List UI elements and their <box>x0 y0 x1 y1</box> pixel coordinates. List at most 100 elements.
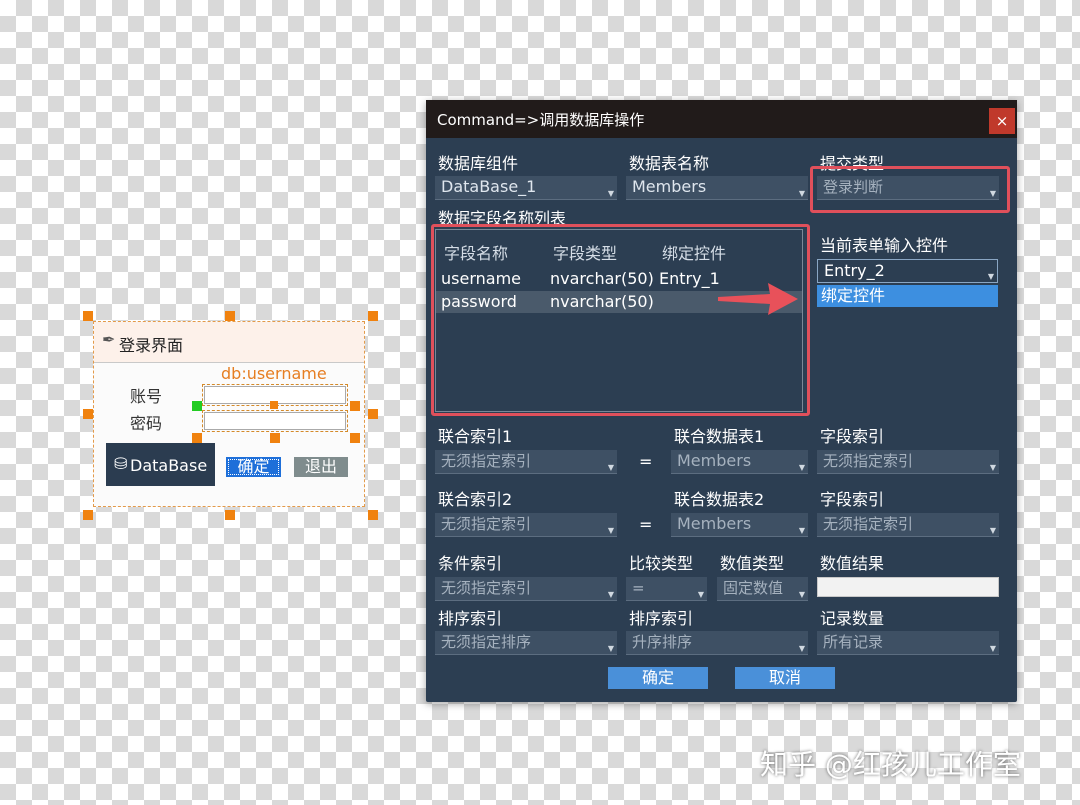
watermark: 知乎 @红孩儿工作室 <box>760 748 1021 781</box>
value-result-input[interactable] <box>817 577 999 597</box>
database-label: DataBase <box>130 456 208 475</box>
record-count-select[interactable]: 所有记录 ▼ <box>817 631 999 655</box>
resize-handle-t[interactable] <box>225 311 235 321</box>
resize-handle-br[interactable] <box>368 510 378 520</box>
password-entry[interactable] <box>202 410 348 432</box>
resize-handle-tl[interactable] <box>83 311 93 321</box>
submit-type-highlight <box>810 166 1010 213</box>
table-name-select[interactable]: Members ▼ <box>626 176 808 200</box>
chevron-down-icon: ▼ <box>798 590 805 599</box>
resize-handle-b[interactable] <box>225 510 235 520</box>
equals-sign: = <box>639 515 653 534</box>
table-name-label: 数据表名称 <box>629 154 710 173</box>
sort-index2-value: 升序排序 <box>632 633 693 651</box>
field-index1-select[interactable]: 无须指定索引 ▼ <box>817 450 999 474</box>
db-binding-label: db:username <box>221 364 327 383</box>
join-table2-select[interactable]: Members ▼ <box>671 513 808 537</box>
resize-handle-l[interactable] <box>83 409 93 419</box>
value-result-label: 数值结果 <box>820 554 885 573</box>
chevron-down-icon: ▼ <box>798 526 805 535</box>
close-button[interactable]: × <box>989 108 1015 134</box>
chevron-down-icon: ▼ <box>989 644 996 653</box>
db-component-label: 数据库组件 <box>438 154 519 173</box>
condition-index-value: 无须指定索引 <box>441 579 532 597</box>
entry-handle-m[interactable] <box>270 401 278 409</box>
sort-index2-label: 排序索引 <box>629 609 694 628</box>
chevron-down-icon: ▼ <box>989 463 996 472</box>
chevron-down-icon: ▼ <box>607 644 614 653</box>
password-label: 密码 <box>130 414 163 433</box>
current-input-value: Entry_2 <box>824 261 885 280</box>
db-component-select[interactable]: DataBase_1 ▼ <box>435 176 617 200</box>
bind-control-option[interactable]: 绑定控件 <box>817 285 998 307</box>
chevron-down-icon: ▼ <box>987 272 994 281</box>
database-component[interactable]: ⛁ DataBase <box>106 443 215 486</box>
resize-handle-bl[interactable] <box>83 510 93 520</box>
value-type-select[interactable]: 固定数值 ▼ <box>717 577 808 601</box>
entry-handle-bl[interactable] <box>192 433 202 443</box>
join-index1-label: 联合索引1 <box>438 427 513 446</box>
sort-index1-label: 排序索引 <box>438 609 503 628</box>
chevron-down-icon: ▼ <box>607 189 614 198</box>
join-table2-value: Members <box>677 514 752 533</box>
sort-index1-select[interactable]: 无须指定排序 ▼ <box>435 631 617 655</box>
field-index1-label: 字段索引 <box>820 427 885 446</box>
value-type-label: 数值类型 <box>720 554 785 573</box>
entry-handle-bm[interactable] <box>270 433 280 443</box>
field-index2-label: 字段索引 <box>820 490 885 509</box>
record-count-label: 记录数量 <box>820 609 885 628</box>
close-icon: × <box>995 112 1009 130</box>
field-index1-value: 无须指定索引 <box>823 452 914 470</box>
chevron-down-icon: ▼ <box>697 590 704 599</box>
equals-sign: = <box>639 452 653 471</box>
join-table1-label: 联合数据表1 <box>674 427 765 446</box>
dialog-title: Command=>调用数据库操作 <box>437 111 645 129</box>
entry-handle-br[interactable] <box>350 433 360 443</box>
join-table1-select[interactable]: Members ▼ <box>671 450 808 474</box>
chevron-down-icon: ▼ <box>989 526 996 535</box>
condition-index-label: 条件索引 <box>438 554 503 573</box>
chevron-down-icon: ▼ <box>798 644 805 653</box>
entry-handle-r[interactable] <box>350 401 360 411</box>
field-list-highlight <box>431 224 810 416</box>
form-title: 登录界面 <box>119 336 184 355</box>
resize-handle-tr[interactable] <box>368 311 378 321</box>
resize-handle-r[interactable] <box>368 409 378 419</box>
chevron-down-icon: ▼ <box>607 463 614 472</box>
current-input-label: 当前表单输入控件 <box>820 236 949 255</box>
form-exit-button[interactable]: 退出 <box>294 457 348 477</box>
chevron-down-icon: ▼ <box>607 526 614 535</box>
join-index2-value: 无须指定索引 <box>441 515 532 533</box>
current-input-select[interactable]: Entry_2 ▼ <box>817 259 998 283</box>
feather-icon: ✒ <box>102 330 116 349</box>
form-title-bar: ✒ 登录界面 <box>94 322 364 363</box>
join-table1-value: Members <box>677 451 752 470</box>
join-table2-label: 联合数据表2 <box>674 490 765 509</box>
compare-type-value: = <box>632 579 645 597</box>
field-index2-select[interactable]: 无须指定索引 ▼ <box>817 513 999 537</box>
db-component-value: DataBase_1 <box>441 177 537 196</box>
arrow-right-icon <box>718 283 798 315</box>
table-name-value: Members <box>632 177 707 196</box>
value-type-value: 固定数值 <box>723 579 784 597</box>
compare-type-select[interactable]: = ▼ <box>626 577 707 601</box>
condition-index-select[interactable]: 无须指定索引 ▼ <box>435 577 617 601</box>
entry-handle-l[interactable] <box>192 401 202 411</box>
bind-option-label: 绑定控件 <box>821 286 886 305</box>
join-index2-select[interactable]: 无须指定索引 ▼ <box>435 513 617 537</box>
dialog-titlebar: Command=>调用数据库操作 × <box>426 100 1017 138</box>
join-index1-value: 无须指定索引 <box>441 452 532 470</box>
compare-type-label: 比较类型 <box>629 554 694 573</box>
database-icon: ⛁ <box>114 454 128 473</box>
cancel-button[interactable]: 取消 <box>735 667 835 689</box>
field-index2-value: 无须指定索引 <box>823 515 914 533</box>
join-index1-select[interactable]: 无须指定索引 ▼ <box>435 450 617 474</box>
record-count-value: 所有记录 <box>823 633 884 651</box>
sort-index2-select[interactable]: 升序排序 ▼ <box>626 631 808 655</box>
ok-button[interactable]: 确定 <box>608 667 708 689</box>
account-label: 账号 <box>130 387 163 406</box>
chevron-down-icon: ▼ <box>798 189 805 198</box>
sort-index1-value: 无须指定排序 <box>441 633 532 651</box>
chevron-down-icon: ▼ <box>798 463 805 472</box>
form-confirm-button[interactable]: 确定 <box>226 457 281 477</box>
